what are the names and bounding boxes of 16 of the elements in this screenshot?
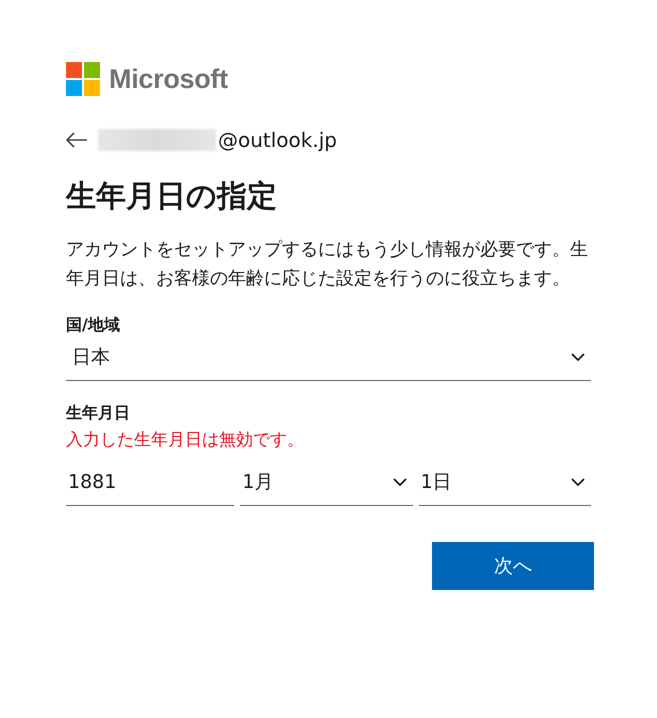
field-label: 生年月日 [66,403,131,424]
description-text: アカウントをセットアップするにはもう少し情報が必要です。生年月日は、お客様の年齢に応じた設定を行うのに役立ちます。 [66,238,589,291]
chevron-down-icon [571,352,585,362]
page-title: 生年月日の指定 [66,178,278,216]
next-button[interactable]: 次へ [432,542,594,590]
chevron-down-icon [570,478,585,486]
country-dropdown[interactable]: 日本 [66,336,591,381]
error-message: 入力した生年月日は無効です。 [66,429,305,451]
chevron-down-icon [392,478,407,486]
day-dropdown[interactable]: 1日 [418,461,591,506]
logo-icon [66,62,100,96]
back-arrow-icon[interactable] [66,132,88,148]
logo-text: Microsoft [109,64,228,94]
email-text: @outlook.jp [218,128,337,152]
month-dropdown[interactable]: 1月 [240,461,413,506]
field-label: 国/地域 [66,315,121,336]
